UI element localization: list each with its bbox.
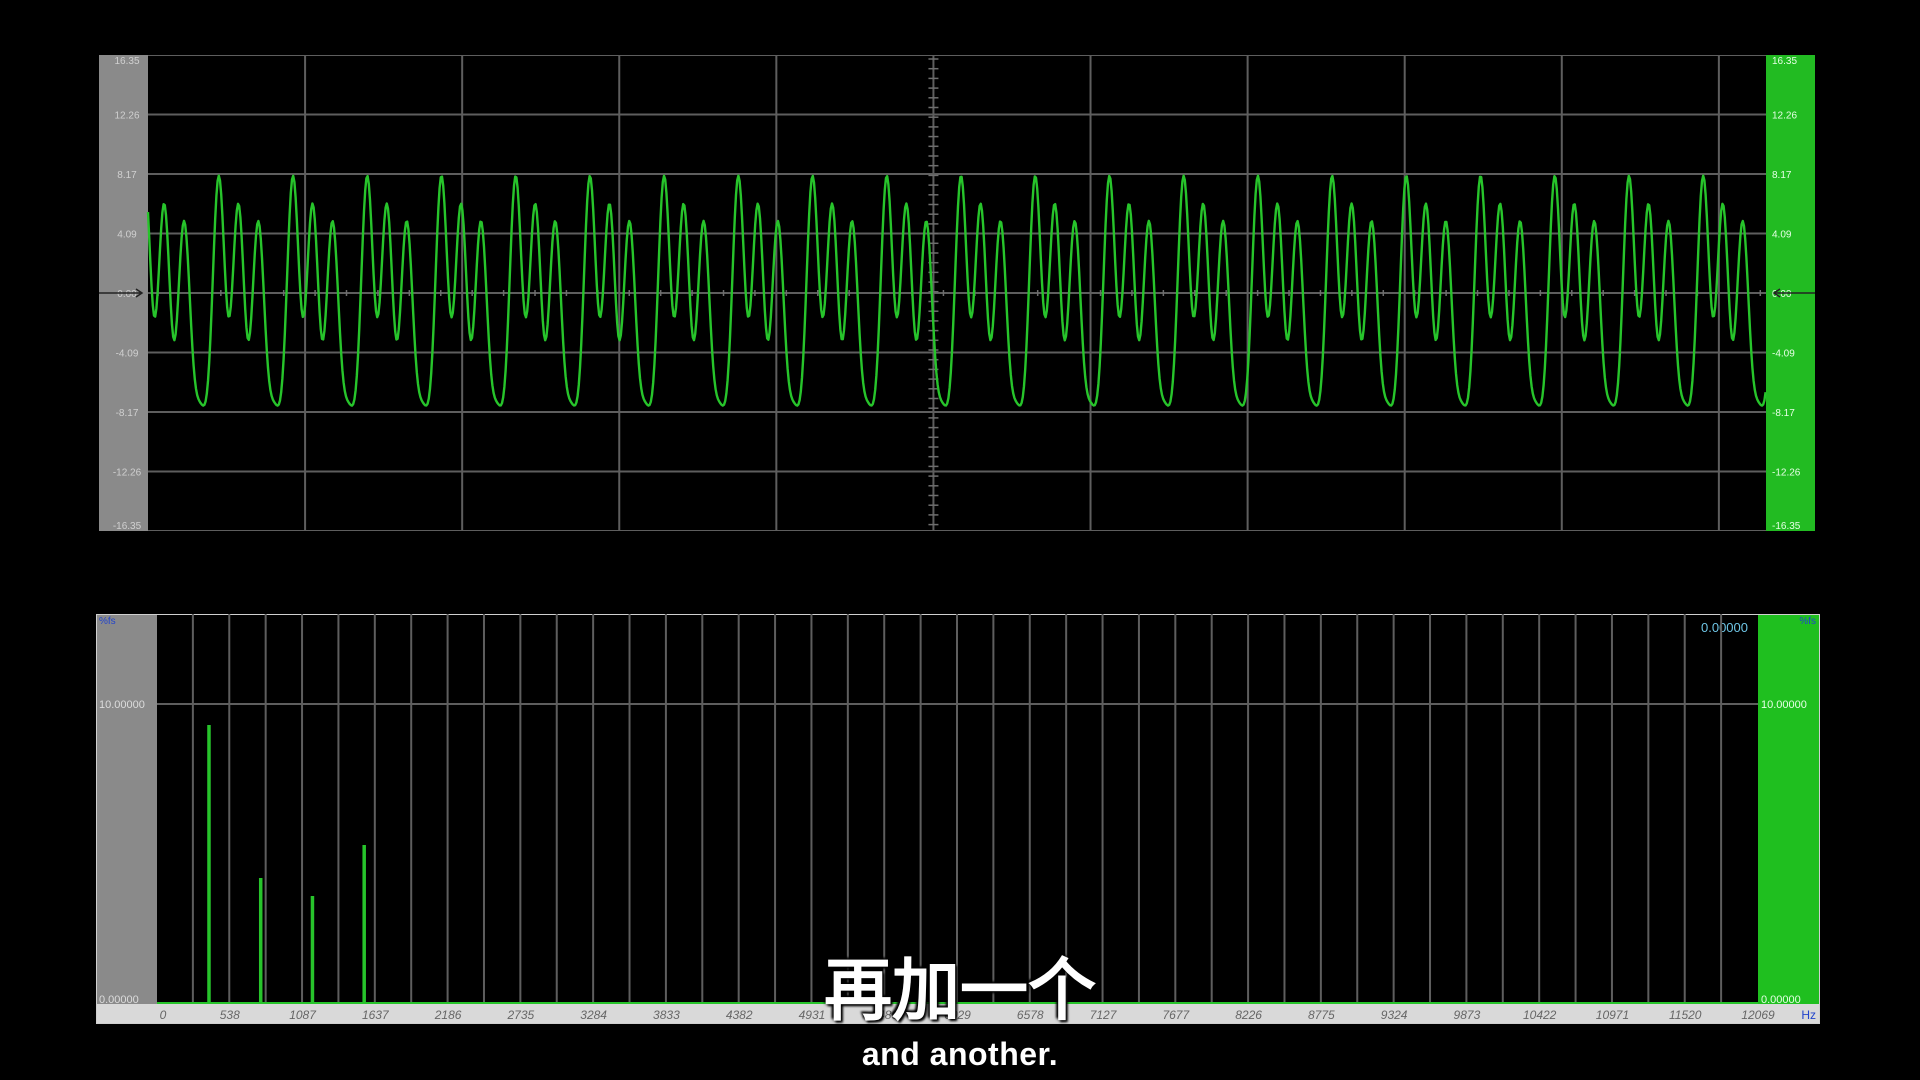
y-tick-label-left: 16.35 [114, 56, 139, 67]
waveform-trace [146, 174, 1767, 407]
y-tick-label-left: 0.00 [117, 289, 137, 300]
y-tick-label-right: -4.09 [1772, 349, 1795, 360]
y-label-left-top: 10.00000 [99, 699, 145, 711]
right-scale-bar [1758, 614, 1820, 1004]
subtitle-english: and another. [861, 1036, 1059, 1072]
y-tick-label-left: -12.26 [113, 468, 142, 479]
y-tick-label-right: -16.35 [1772, 521, 1801, 531]
y-tick-label-left: 8.17 [117, 170, 137, 181]
y-tick-label-left: 12.26 [114, 111, 139, 122]
y-tick-label-left: -8.17 [116, 408, 139, 419]
y-tick-label-right: 8.17 [1772, 170, 1792, 181]
y-tick-label-left: 4.09 [117, 230, 137, 241]
y-unit-right: %fs [1799, 616, 1816, 627]
left-scale-bar [96, 614, 157, 1004]
oscilloscope-panel: 16.35 16.35 12.26 12.26 8.17 8.17 4.09 4.09 0.00… [99, 55, 1815, 531]
y-tick-label-right: -12.26 [1772, 468, 1801, 479]
spectrum-readout: 0.00000 [1701, 620, 1748, 635]
subtitle-chinese: 再加一个 [823, 952, 1096, 1031]
y-tick-label-right: -8.17 [1772, 408, 1795, 419]
y-tick-label-right: 16.35 [1772, 56, 1797, 67]
y-tick-label-left: -4.09 [116, 349, 139, 360]
y-tick-label-right: 12.26 [1772, 111, 1797, 122]
waveform-display: 16.35 16.35 12.26 12.26 8.17 8.17 4.09 4.09 0.00… [99, 55, 1815, 531]
y-tick-label-left: -16.35 [113, 521, 142, 531]
y-label-right-top: 10.00000 [1761, 699, 1807, 711]
y-unit-left: %fs [99, 616, 116, 627]
y-tick-label-right: 4.09 [1772, 230, 1792, 241]
